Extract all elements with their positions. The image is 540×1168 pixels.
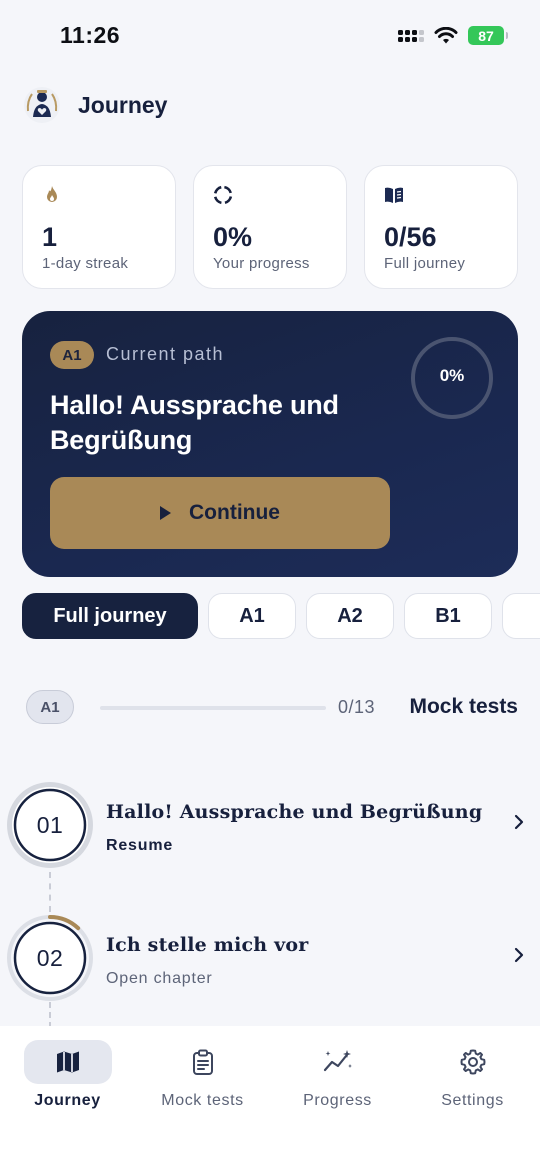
nav-journey-label: Journey bbox=[34, 1092, 101, 1109]
nav-progress-label: Progress bbox=[303, 1092, 372, 1109]
nav-settings-label: Settings bbox=[441, 1092, 504, 1109]
level-filter-chips: Full journey A1 A2 B1 B bbox=[22, 593, 540, 639]
nav-mock-tests[interactable]: Mock tests bbox=[135, 1040, 270, 1130]
nav-settings[interactable]: Settings bbox=[405, 1040, 540, 1130]
stats-row: 1 1-day streak 0% Your progress 0/56 Ful… bbox=[22, 165, 518, 289]
gear-icon bbox=[460, 1049, 485, 1075]
progress-ring-icon bbox=[213, 185, 233, 205]
chapter-connector bbox=[49, 872, 51, 912]
chip-full-journey[interactable]: Full journey bbox=[22, 593, 198, 639]
clipboard-icon bbox=[192, 1049, 213, 1075]
wifi-icon bbox=[434, 26, 458, 43]
status-icons: 87 bbox=[398, 26, 508, 45]
app-header: Journey bbox=[22, 80, 167, 130]
chapter-connector bbox=[49, 1002, 51, 1028]
chip-a2[interactable]: A2 bbox=[306, 593, 394, 639]
continue-label: Continue bbox=[189, 501, 280, 524]
chapter-number: 01 bbox=[36, 811, 64, 838]
continue-button[interactable]: Continue bbox=[50, 477, 390, 549]
chapter-item[interactable]: 02 Ich stelle mich vor Open chapter bbox=[0, 910, 540, 1010]
chip-b2[interactable]: B bbox=[502, 593, 540, 639]
current-path-progress-label: 0% bbox=[439, 366, 465, 385]
book-icon bbox=[385, 187, 403, 203]
cellular-signal-icon bbox=[398, 29, 424, 42]
bottom-nav: Journey Mock tests Progress Settings bbox=[0, 1026, 540, 1168]
chapter-status: Resume bbox=[106, 837, 174, 854]
current-path-eyebrow: Current path bbox=[106, 344, 225, 364]
chevron-right-icon bbox=[514, 947, 524, 963]
page-title: Journey bbox=[78, 91, 168, 118]
nav-progress[interactable]: Progress bbox=[270, 1040, 405, 1130]
battery-level: 87 bbox=[478, 27, 494, 44]
flame-icon bbox=[47, 186, 57, 202]
level-progress-track bbox=[100, 706, 326, 710]
nav-mock-tests-label: Mock tests bbox=[161, 1092, 244, 1109]
current-path-title: Hallo! Aussprache und Begrüßung bbox=[50, 390, 339, 455]
journey-value: 0/56 bbox=[384, 222, 437, 252]
chapter-number: 02 bbox=[36, 944, 64, 971]
level-count: 0/13 bbox=[338, 697, 376, 717]
crest-logo-icon bbox=[24, 87, 60, 123]
chip-b1[interactable]: B1 bbox=[404, 593, 492, 639]
nav-journey[interactable]: Journey bbox=[0, 1040, 135, 1130]
streak-value: 1 bbox=[42, 222, 58, 252]
sparkle-chart-icon bbox=[323, 1050, 352, 1072]
progress-value: 0% bbox=[213, 222, 253, 252]
journey-label: Full journey bbox=[384, 255, 466, 272]
status-bar: 11:26 87 bbox=[0, 0, 540, 72]
chapter-title: Hallo! Aussprache und Begrüßung bbox=[106, 801, 483, 823]
chapter-title: Ich stelle mich vor bbox=[106, 934, 309, 956]
chapter-item[interactable]: 01 Hallo! Aussprache und Begrüßung Resum… bbox=[0, 777, 540, 877]
progress-card[interactable]: 0% Your progress bbox=[193, 165, 347, 289]
level-section-header: A1 0/13 Mock tests bbox=[26, 690, 518, 726]
streak-label: 1-day streak bbox=[42, 255, 129, 272]
mock-tests-link[interactable]: Mock tests bbox=[409, 695, 518, 719]
level-pill: A1 bbox=[26, 690, 74, 724]
chip-a1[interactable]: A1 bbox=[208, 593, 296, 639]
battery-charging-icon: 87 bbox=[468, 26, 508, 45]
status-time: 11:26 bbox=[60, 22, 121, 48]
chevron-right-icon bbox=[514, 814, 524, 830]
current-level-badge: A1 bbox=[50, 341, 94, 369]
journey-card[interactable]: 0/56 Full journey bbox=[364, 165, 518, 289]
progress-label: Your progress bbox=[213, 255, 310, 272]
chapter-status: Open chapter bbox=[106, 970, 213, 987]
streak-card[interactable]: 1 1-day streak bbox=[22, 165, 176, 289]
play-icon bbox=[160, 506, 171, 520]
map-icon bbox=[56, 1051, 79, 1073]
